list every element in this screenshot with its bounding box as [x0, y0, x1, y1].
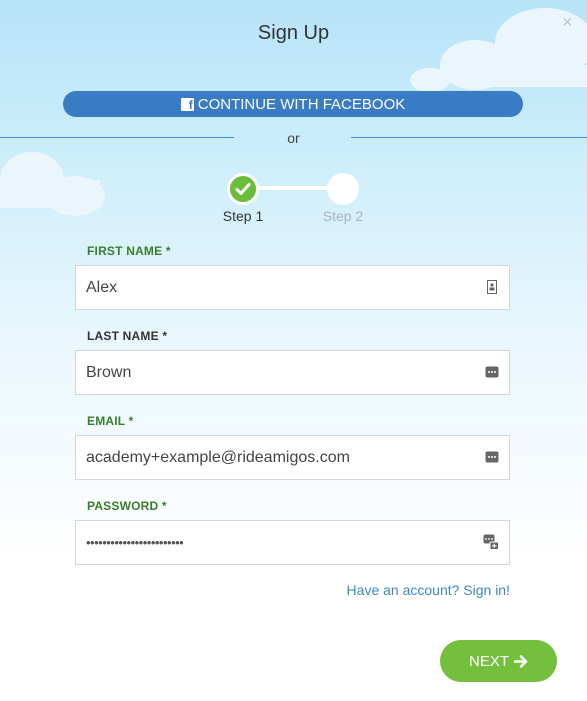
step-2-dot: [327, 173, 359, 205]
password-value: ••••••••••••••••••••••••: [86, 535, 184, 550]
password-label: PASSWORD *: [87, 499, 167, 513]
password-field[interactable]: ••••••••••••••••••••••••: [75, 520, 510, 565]
step-1-label: Step 1: [222, 208, 264, 224]
continue-with-facebook-button[interactable]: f CONTINUE WITH FACEBOOK: [63, 91, 523, 117]
divider-or-text: or: [287, 130, 300, 146]
close-icon[interactable]: ×: [562, 12, 573, 32]
email-field[interactable]: academy+example@rideamigos.com: [75, 435, 510, 480]
first-name-field[interactable]: Alex: [75, 265, 510, 310]
last-name-value: Brown: [86, 364, 132, 381]
step-2-label: Step 2: [322, 208, 364, 224]
password-generator-icon[interactable]: [483, 534, 499, 550]
check-icon: [235, 183, 251, 195]
sign-in-link[interactable]: Have an account? Sign in!: [347, 582, 510, 598]
facebook-button-label: CONTINUE WITH FACEBOOK: [197, 95, 406, 113]
next-button[interactable]: NEXT: [440, 640, 557, 682]
email-label: EMAIL *: [87, 414, 134, 428]
password-manager-icon[interactable]: [485, 365, 499, 379]
arrow-right-icon: [514, 654, 528, 668]
password-manager-icon[interactable]: [485, 450, 499, 464]
contact-card-icon[interactable]: [485, 280, 499, 294]
dialog-title: Sign Up: [257, 22, 330, 44]
email-value: academy+example@rideamigos.com: [86, 449, 350, 466]
last-name-field[interactable]: Brown: [75, 350, 510, 395]
first-name-label: FIRST NAME *: [87, 244, 171, 258]
next-button-label: NEXT: [468, 652, 509, 670]
facebook-icon: f: [180, 97, 194, 111]
first-name-value: Alex: [86, 279, 118, 296]
step-1-complete-dot: [227, 173, 259, 205]
last-name-label: LAST NAME *: [87, 329, 168, 343]
